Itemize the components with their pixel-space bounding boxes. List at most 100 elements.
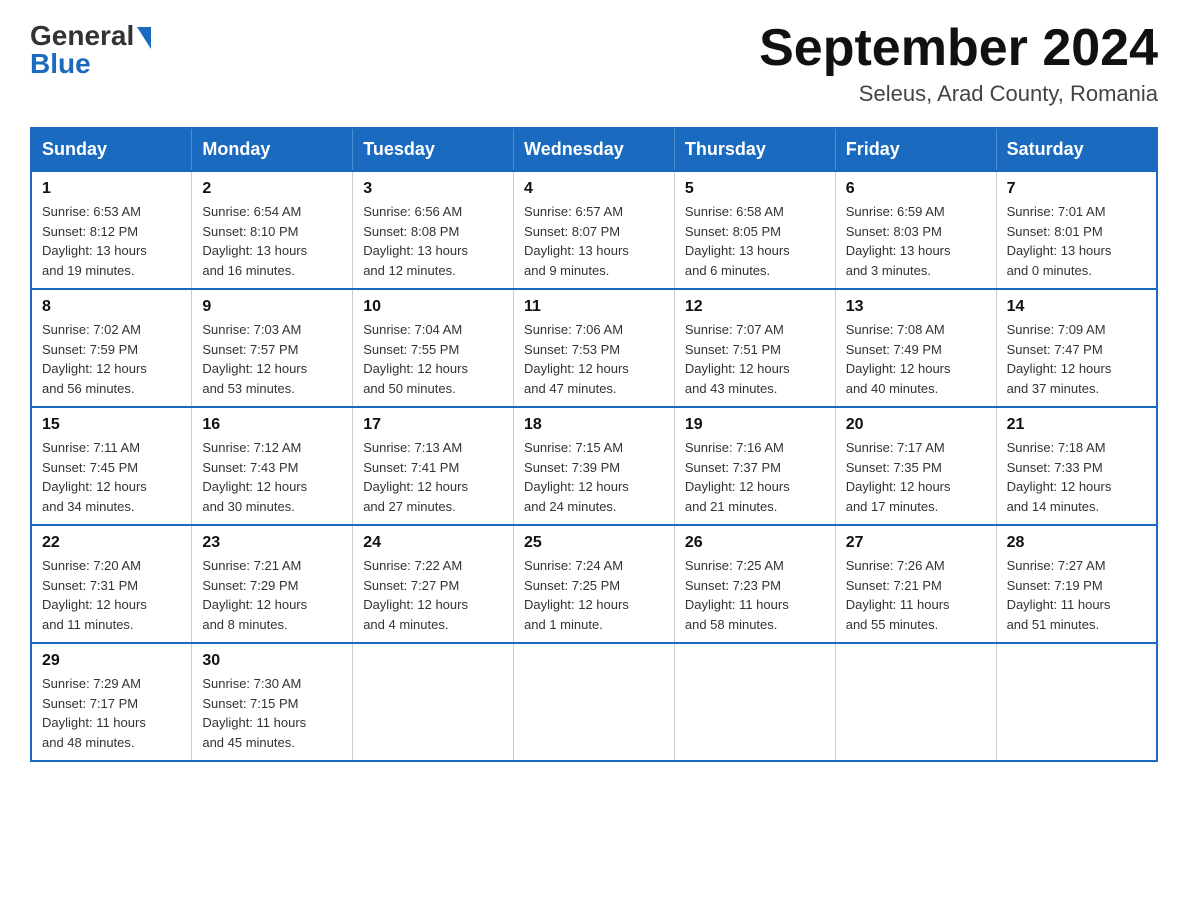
day-number: 9 <box>202 298 342 316</box>
day-cell <box>353 643 514 761</box>
logo-blue-text: Blue <box>30 48 91 80</box>
day-cell: 2 Sunrise: 6:54 AMSunset: 8:10 PMDayligh… <box>192 171 353 289</box>
day-info: Sunrise: 7:06 AMSunset: 7:53 PMDaylight:… <box>524 320 664 398</box>
day-number: 2 <box>202 180 342 198</box>
day-cell: 13 Sunrise: 7:08 AMSunset: 7:49 PMDaylig… <box>835 289 996 407</box>
day-info: Sunrise: 7:20 AMSunset: 7:31 PMDaylight:… <box>42 556 181 634</box>
day-cell: 12 Sunrise: 7:07 AMSunset: 7:51 PMDaylig… <box>674 289 835 407</box>
header-row: SundayMondayTuesdayWednesdayThursdayFrid… <box>31 128 1157 171</box>
day-cell: 8 Sunrise: 7:02 AMSunset: 7:59 PMDayligh… <box>31 289 192 407</box>
day-cell: 20 Sunrise: 7:17 AMSunset: 7:35 PMDaylig… <box>835 407 996 525</box>
day-number: 5 <box>685 180 825 198</box>
calendar-table: SundayMondayTuesdayWednesdayThursdayFrid… <box>30 127 1158 762</box>
day-cell: 14 Sunrise: 7:09 AMSunset: 7:47 PMDaylig… <box>996 289 1157 407</box>
day-cell: 1 Sunrise: 6:53 AMSunset: 8:12 PMDayligh… <box>31 171 192 289</box>
day-number: 20 <box>846 416 986 434</box>
day-info: Sunrise: 6:57 AMSunset: 8:07 PMDaylight:… <box>524 202 664 280</box>
header-sunday: Sunday <box>31 128 192 171</box>
day-info: Sunrise: 7:01 AMSunset: 8:01 PMDaylight:… <box>1007 202 1146 280</box>
day-info: Sunrise: 6:53 AMSunset: 8:12 PMDaylight:… <box>42 202 181 280</box>
day-number: 21 <box>1007 416 1146 434</box>
day-info: Sunrise: 7:22 AMSunset: 7:27 PMDaylight:… <box>363 556 503 634</box>
day-info: Sunrise: 7:03 AMSunset: 7:57 PMDaylight:… <box>202 320 342 398</box>
day-number: 29 <box>42 652 181 670</box>
header-friday: Friday <box>835 128 996 171</box>
day-info: Sunrise: 7:13 AMSunset: 7:41 PMDaylight:… <box>363 438 503 516</box>
logo: General Blue <box>30 20 151 80</box>
day-info: Sunrise: 6:56 AMSunset: 8:08 PMDaylight:… <box>363 202 503 280</box>
month-title: September 2024 <box>759 20 1158 77</box>
day-info: Sunrise: 7:04 AMSunset: 7:55 PMDaylight:… <box>363 320 503 398</box>
day-info: Sunrise: 7:27 AMSunset: 7:19 PMDaylight:… <box>1007 556 1146 634</box>
day-number: 27 <box>846 534 986 552</box>
header-wednesday: Wednesday <box>514 128 675 171</box>
week-row-5: 29 Sunrise: 7:29 AMSunset: 7:17 PMDaylig… <box>31 643 1157 761</box>
week-row-3: 15 Sunrise: 7:11 AMSunset: 7:45 PMDaylig… <box>31 407 1157 525</box>
day-number: 6 <box>846 180 986 198</box>
day-number: 30 <box>202 652 342 670</box>
day-info: Sunrise: 7:17 AMSunset: 7:35 PMDaylight:… <box>846 438 986 516</box>
day-info: Sunrise: 7:11 AMSunset: 7:45 PMDaylight:… <box>42 438 181 516</box>
header-tuesday: Tuesday <box>353 128 514 171</box>
day-cell: 10 Sunrise: 7:04 AMSunset: 7:55 PMDaylig… <box>353 289 514 407</box>
day-cell: 15 Sunrise: 7:11 AMSunset: 7:45 PMDaylig… <box>31 407 192 525</box>
day-info: Sunrise: 7:24 AMSunset: 7:25 PMDaylight:… <box>524 556 664 634</box>
day-number: 7 <box>1007 180 1146 198</box>
day-cell: 24 Sunrise: 7:22 AMSunset: 7:27 PMDaylig… <box>353 525 514 643</box>
day-info: Sunrise: 7:09 AMSunset: 7:47 PMDaylight:… <box>1007 320 1146 398</box>
day-cell: 21 Sunrise: 7:18 AMSunset: 7:33 PMDaylig… <box>996 407 1157 525</box>
day-cell: 4 Sunrise: 6:57 AMSunset: 8:07 PMDayligh… <box>514 171 675 289</box>
day-info: Sunrise: 7:26 AMSunset: 7:21 PMDaylight:… <box>846 556 986 634</box>
day-cell: 23 Sunrise: 7:21 AMSunset: 7:29 PMDaylig… <box>192 525 353 643</box>
week-row-2: 8 Sunrise: 7:02 AMSunset: 7:59 PMDayligh… <box>31 289 1157 407</box>
day-cell <box>996 643 1157 761</box>
day-number: 8 <box>42 298 181 316</box>
header-saturday: Saturday <box>996 128 1157 171</box>
logo-arrow-icon <box>137 27 151 49</box>
day-number: 3 <box>363 180 503 198</box>
day-number: 14 <box>1007 298 1146 316</box>
day-info: Sunrise: 6:59 AMSunset: 8:03 PMDaylight:… <box>846 202 986 280</box>
day-number: 25 <box>524 534 664 552</box>
day-cell: 6 Sunrise: 6:59 AMSunset: 8:03 PMDayligh… <box>835 171 996 289</box>
day-cell: 11 Sunrise: 7:06 AMSunset: 7:53 PMDaylig… <box>514 289 675 407</box>
day-cell: 3 Sunrise: 6:56 AMSunset: 8:08 PMDayligh… <box>353 171 514 289</box>
day-number: 15 <box>42 416 181 434</box>
day-info: Sunrise: 7:15 AMSunset: 7:39 PMDaylight:… <box>524 438 664 516</box>
day-info: Sunrise: 7:07 AMSunset: 7:51 PMDaylight:… <box>685 320 825 398</box>
day-number: 23 <box>202 534 342 552</box>
day-cell: 26 Sunrise: 7:25 AMSunset: 7:23 PMDaylig… <box>674 525 835 643</box>
day-cell: 22 Sunrise: 7:20 AMSunset: 7:31 PMDaylig… <box>31 525 192 643</box>
page-header: General Blue September 2024 Seleus, Arad… <box>30 20 1158 107</box>
location-text: Seleus, Arad County, Romania <box>759 81 1158 107</box>
day-info: Sunrise: 7:08 AMSunset: 7:49 PMDaylight:… <box>846 320 986 398</box>
day-info: Sunrise: 7:02 AMSunset: 7:59 PMDaylight:… <box>42 320 181 398</box>
week-row-4: 22 Sunrise: 7:20 AMSunset: 7:31 PMDaylig… <box>31 525 1157 643</box>
calendar-body: 1 Sunrise: 6:53 AMSunset: 8:12 PMDayligh… <box>31 171 1157 761</box>
day-number: 24 <box>363 534 503 552</box>
day-cell: 30 Sunrise: 7:30 AMSunset: 7:15 PMDaylig… <box>192 643 353 761</box>
day-info: Sunrise: 7:12 AMSunset: 7:43 PMDaylight:… <box>202 438 342 516</box>
day-number: 16 <box>202 416 342 434</box>
day-cell: 18 Sunrise: 7:15 AMSunset: 7:39 PMDaylig… <box>514 407 675 525</box>
day-cell: 28 Sunrise: 7:27 AMSunset: 7:19 PMDaylig… <box>996 525 1157 643</box>
day-info: Sunrise: 7:25 AMSunset: 7:23 PMDaylight:… <box>685 556 825 634</box>
day-cell <box>514 643 675 761</box>
day-cell: 9 Sunrise: 7:03 AMSunset: 7:57 PMDayligh… <box>192 289 353 407</box>
header-monday: Monday <box>192 128 353 171</box>
day-number: 13 <box>846 298 986 316</box>
day-cell: 16 Sunrise: 7:12 AMSunset: 7:43 PMDaylig… <box>192 407 353 525</box>
week-row-1: 1 Sunrise: 6:53 AMSunset: 8:12 PMDayligh… <box>31 171 1157 289</box>
day-info: Sunrise: 7:29 AMSunset: 7:17 PMDaylight:… <box>42 674 181 752</box>
day-cell: 27 Sunrise: 7:26 AMSunset: 7:21 PMDaylig… <box>835 525 996 643</box>
day-info: Sunrise: 7:30 AMSunset: 7:15 PMDaylight:… <box>202 674 342 752</box>
day-number: 4 <box>524 180 664 198</box>
day-cell <box>674 643 835 761</box>
day-number: 18 <box>524 416 664 434</box>
day-cell: 5 Sunrise: 6:58 AMSunset: 8:05 PMDayligh… <box>674 171 835 289</box>
header-thursday: Thursday <box>674 128 835 171</box>
day-number: 19 <box>685 416 825 434</box>
day-info: Sunrise: 7:16 AMSunset: 7:37 PMDaylight:… <box>685 438 825 516</box>
day-info: Sunrise: 6:54 AMSunset: 8:10 PMDaylight:… <box>202 202 342 280</box>
day-number: 17 <box>363 416 503 434</box>
